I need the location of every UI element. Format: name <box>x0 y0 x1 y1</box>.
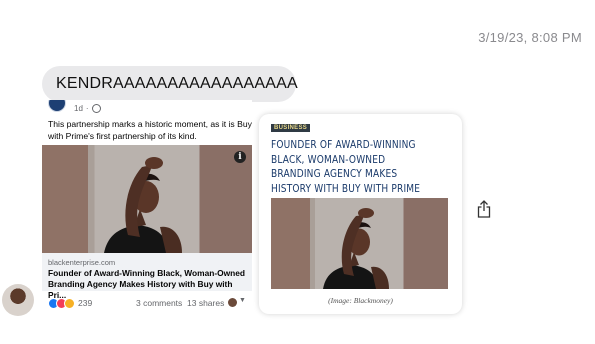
viewer-avatar <box>228 298 237 307</box>
comments-count[interactable]: 3 comments <box>136 298 182 308</box>
share-icon[interactable] <box>477 200 491 218</box>
post-meta: 1d · <box>74 104 101 113</box>
post-footer: 239 3 comments 13 shares ▼ <box>42 296 252 312</box>
reaction-icons <box>48 298 75 309</box>
page-avatar <box>48 100 66 112</box>
link-preview[interactable]: blackenterprise.com Founder of Award-Win… <box>42 253 252 300</box>
category-tag: BUSINESS <box>271 124 311 132</box>
info-icon[interactable]: i <box>234 151 246 163</box>
link-domain: blackenterprise.com <box>48 258 116 267</box>
portrait-image <box>104 157 182 253</box>
reaction-count: 239 <box>78 298 93 308</box>
post-time: 1d <box>74 104 83 113</box>
sender-avatar[interactable] <box>2 284 34 316</box>
message-bubble[interactable]: KENDRAAAAAAAAAAAAAAAAA <box>42 66 298 102</box>
timestamp: 3/19/23, 8:08 PM <box>478 30 582 45</box>
portrait-image <box>323 208 389 289</box>
globe-icon <box>91 104 101 113</box>
facebook-post-screenshot[interactable]: 1d · This partnership marks a historic m… <box>42 100 252 314</box>
post-photo: i <box>42 145 252 253</box>
caret-down-icon[interactable]: ▼ <box>239 297 246 304</box>
post-caption: This partnership marks a historic moment… <box>48 119 252 141</box>
wow-reaction-icon <box>64 298 75 309</box>
article-preview-card[interactable]: BUSINESS FOUNDER OF AWARD-WINNING BLACK,… <box>259 114 462 314</box>
article-photo <box>271 198 448 289</box>
image-credit: (Image: Blackmoney) <box>328 296 393 305</box>
shares-count[interactable]: 13 shares <box>187 298 224 308</box>
